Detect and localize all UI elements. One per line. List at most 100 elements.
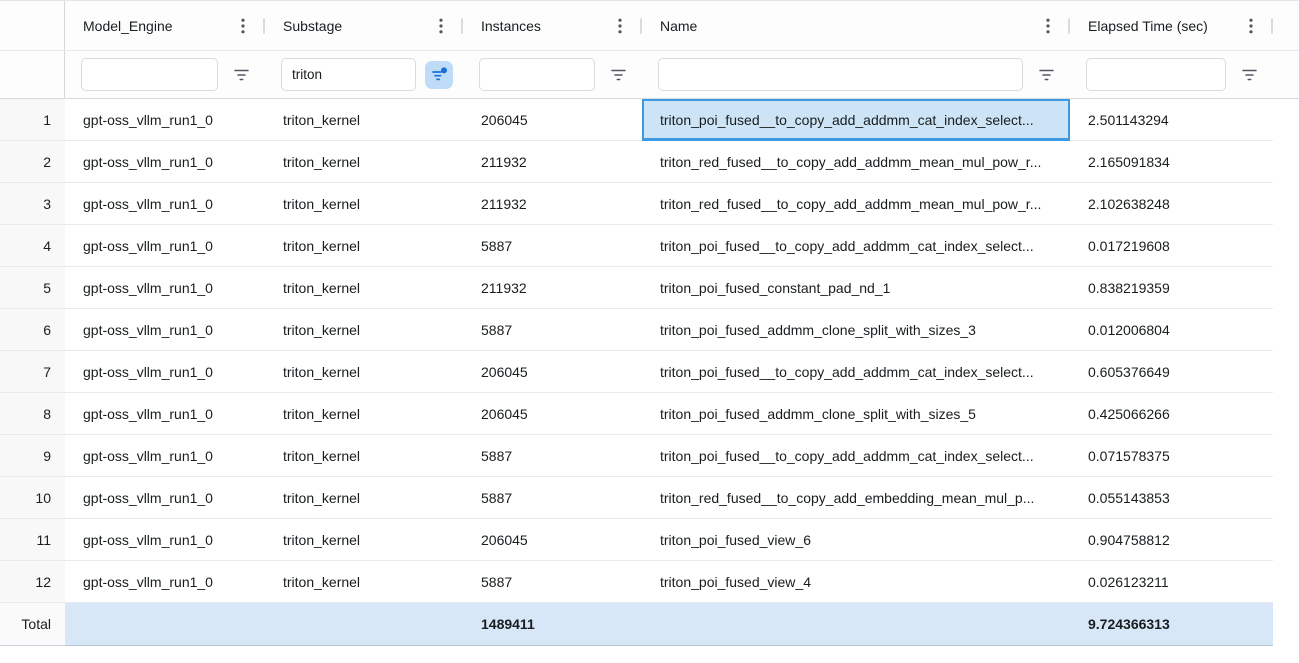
cell-name[interactable]: triton_red_fused__to_copy_add_addmm_mean… (642, 183, 1070, 225)
cell-elapsed-time[interactable]: 2.102638248 (1070, 183, 1273, 225)
cell-elapsed-time[interactable]: 0.071578375 (1070, 435, 1273, 477)
total-cell-name (642, 603, 1070, 646)
active-filter-icon (431, 67, 448, 82)
cell-instances[interactable]: 211932 (463, 183, 642, 225)
cell-name[interactable]: triton_poi_fused__to_copy_add_addmm_cat_… (642, 435, 1070, 477)
cell-model-engine[interactable]: gpt-oss_vllm_run1_0 (65, 561, 265, 603)
cell-instances[interactable]: 206045 (463, 393, 642, 435)
cell-elapsed-time[interactable]: 0.055143853 (1070, 477, 1273, 519)
cell-instances[interactable]: 5887 (463, 561, 642, 603)
table-row: 2 gpt-oss_vllm_run1_0 triton_kernel 2119… (0, 141, 1299, 183)
cell-name-selected[interactable]: triton_poi_fused__to_copy_add_addmm_cat_… (642, 99, 1070, 141)
cell-elapsed-time[interactable]: 0.904758812 (1070, 519, 1273, 561)
cell-model-engine[interactable]: gpt-oss_vllm_run1_0 (65, 351, 265, 393)
cell-model-engine[interactable]: gpt-oss_vllm_run1_0 (65, 141, 265, 183)
table-row: 11 gpt-oss_vllm_run1_0 triton_kernel 206… (0, 519, 1299, 561)
cell-elapsed-time[interactable]: 0.026123211 (1070, 561, 1273, 603)
filter-button-substage-active[interactable] (425, 61, 453, 89)
cell-substage[interactable]: triton_kernel (265, 309, 463, 351)
column-header-instances[interactable]: Instances (463, 1, 642, 50)
cell-model-engine[interactable]: gpt-oss_vllm_run1_0 (65, 183, 265, 225)
cell-name[interactable]: triton_poi_fused_view_4 (642, 561, 1070, 603)
cell-elapsed-time[interactable]: 0.012006804 (1070, 309, 1273, 351)
filter-button-elapsed-time[interactable] (1235, 61, 1263, 89)
cell-instances[interactable]: 5887 (463, 225, 642, 267)
cell-model-engine[interactable]: gpt-oss_vllm_run1_0 (65, 519, 265, 561)
cell-elapsed-time[interactable]: 0.838219359 (1070, 267, 1273, 309)
cell-name[interactable]: triton_poi_fused_addmm_clone_split_with_… (642, 309, 1070, 351)
filter-active-dot (441, 67, 447, 73)
cell-elapsed-time[interactable]: 0.605376649 (1070, 351, 1273, 393)
cell-name[interactable]: triton_poi_fused_constant_pad_nd_1 (642, 267, 1070, 309)
filter-input-model-engine[interactable] (81, 58, 218, 91)
table-row: 8 gpt-oss_vllm_run1_0 triton_kernel 2060… (0, 393, 1299, 435)
column-menu-button[interactable] (234, 17, 252, 35)
column-header-elapsed-time[interactable]: Elapsed Time (sec) (1070, 1, 1273, 50)
cell-instances[interactable]: 5887 (463, 435, 642, 477)
cell-name[interactable]: triton_red_fused__to_copy_add_addmm_mean… (642, 141, 1070, 183)
column-menu-button[interactable] (432, 17, 450, 35)
filter-input-elapsed-time[interactable] (1086, 58, 1226, 91)
filter-input-name[interactable] (658, 58, 1023, 91)
table-row: 5 gpt-oss_vllm_run1_0 triton_kernel 2119… (0, 267, 1299, 309)
kebab-menu-icon (241, 18, 245, 34)
column-header-name[interactable]: Name (642, 1, 1070, 50)
cell-instances[interactable]: 206045 (463, 519, 642, 561)
row-number: 6 (0, 309, 65, 351)
cell-substage[interactable]: triton_kernel (265, 519, 463, 561)
cell-substage[interactable]: triton_kernel (265, 435, 463, 477)
cell-instances[interactable]: 206045 (463, 99, 642, 141)
row-number: 4 (0, 225, 65, 267)
cell-instances[interactable]: 211932 (463, 267, 642, 309)
cell-name[interactable]: triton_red_fused__to_copy_add_embedding_… (642, 477, 1070, 519)
cell-instances[interactable]: 211932 (463, 141, 642, 183)
cell-elapsed-time[interactable]: 2.165091834 (1070, 141, 1273, 183)
total-cell-substage (265, 603, 463, 646)
total-row: Total 1489411 9.724366313 (0, 603, 1299, 646)
cell-name[interactable]: triton_poi_fused__to_copy_add_addmm_cat_… (642, 225, 1070, 267)
cell-elapsed-time[interactable]: 2.501143294 (1070, 99, 1273, 141)
filter-input-substage[interactable] (281, 58, 416, 91)
cell-elapsed-time[interactable]: 0.017219608 (1070, 225, 1273, 267)
column-menu-button[interactable] (611, 17, 629, 35)
cell-elapsed-time[interactable]: 0.425066266 (1070, 393, 1273, 435)
cell-substage[interactable]: triton_kernel (265, 267, 463, 309)
cell-name[interactable]: triton_poi_fused_view_6 (642, 519, 1070, 561)
cell-substage[interactable]: triton_kernel (265, 477, 463, 519)
cell-substage[interactable]: triton_kernel (265, 393, 463, 435)
cell-substage[interactable]: triton_kernel (265, 99, 463, 141)
filter-button-name[interactable] (1032, 61, 1060, 89)
cell-substage[interactable]: triton_kernel (265, 183, 463, 225)
cell-instances[interactable]: 5887 (463, 477, 642, 519)
cell-name[interactable]: triton_poi_fused__to_copy_add_addmm_cat_… (642, 351, 1070, 393)
cell-substage[interactable]: triton_kernel (265, 225, 463, 267)
column-menu-button[interactable] (1242, 17, 1260, 35)
cell-substage[interactable]: triton_kernel (265, 561, 463, 603)
cell-instances[interactable]: 5887 (463, 309, 642, 351)
filter-filler (1273, 51, 1299, 98)
filter-input-instances[interactable] (479, 58, 595, 91)
column-label: Instances (481, 18, 541, 34)
column-header-substage[interactable]: Substage (265, 1, 463, 50)
column-menu-button[interactable] (1039, 17, 1057, 35)
cell-model-engine[interactable]: gpt-oss_vllm_run1_0 (65, 309, 265, 351)
kebab-menu-icon (1046, 18, 1050, 34)
total-cell-model-engine (65, 603, 265, 646)
filter-cell-name (642, 51, 1070, 98)
cell-model-engine[interactable]: gpt-oss_vllm_run1_0 (65, 267, 265, 309)
cell-model-engine[interactable]: gpt-oss_vllm_run1_0 (65, 393, 265, 435)
filter-button-instances[interactable] (604, 61, 632, 89)
cell-name[interactable]: triton_poi_fused_addmm_clone_split_with_… (642, 393, 1070, 435)
kebab-menu-icon (439, 18, 443, 34)
cell-model-engine[interactable]: gpt-oss_vllm_run1_0 (65, 477, 265, 519)
cell-substage[interactable]: triton_kernel (265, 141, 463, 183)
cell-substage[interactable]: triton_kernel (265, 351, 463, 393)
column-header-model-engine[interactable]: Model_Engine (65, 1, 265, 50)
filter-cell-model-engine (65, 51, 265, 98)
cell-model-engine[interactable]: gpt-oss_vllm_run1_0 (65, 99, 265, 141)
header-filler (1273, 1, 1299, 50)
cell-model-engine[interactable]: gpt-oss_vllm_run1_0 (65, 435, 265, 477)
cell-instances[interactable]: 206045 (463, 351, 642, 393)
filter-button-model-engine[interactable] (227, 61, 255, 89)
cell-model-engine[interactable]: gpt-oss_vllm_run1_0 (65, 225, 265, 267)
